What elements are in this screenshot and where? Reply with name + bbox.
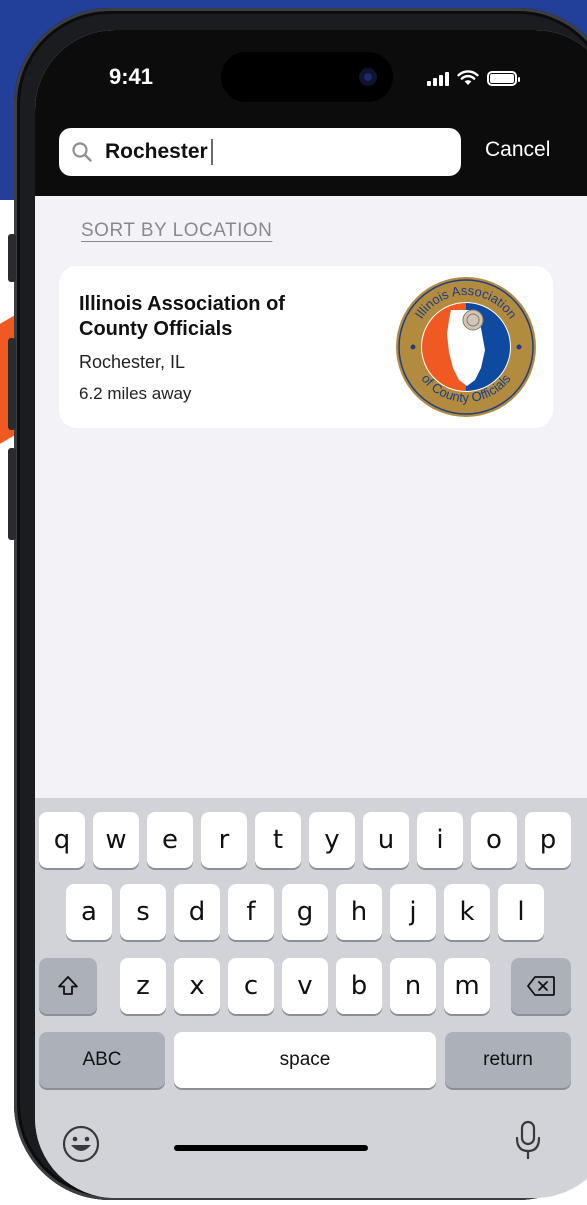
key-a[interactable]: a: [66, 884, 112, 940]
status-icons: [427, 68, 520, 88]
key-s[interactable]: s: [120, 884, 166, 940]
search-input[interactable]: Rochester: [105, 140, 208, 164]
front-camera-icon: [359, 68, 377, 86]
phone-frame: 9:41 Rochester Cancel SORT BY LOCATION I…: [8, 8, 587, 1200]
key-n[interactable]: n: [390, 958, 436, 1014]
key-o[interactable]: o: [471, 812, 517, 868]
key-y[interactable]: y: [309, 812, 355, 868]
result-card[interactable]: Illinois Association of County Officials…: [59, 266, 553, 428]
key-i[interactable]: i: [417, 812, 463, 868]
dynamic-island: [221, 52, 393, 102]
key-x[interactable]: x: [174, 958, 220, 1014]
key-c[interactable]: c: [228, 958, 274, 1014]
shift-key[interactable]: [39, 958, 97, 1014]
result-name: Illinois Association of County Officials: [79, 293, 285, 340]
result-location: Rochester, IL: [79, 352, 186, 372]
shift-icon: [58, 976, 78, 995]
key-z[interactable]: z: [120, 958, 166, 1014]
key-q[interactable]: q: [39, 812, 85, 868]
cellular-signal-icon: [427, 70, 449, 86]
key-r[interactable]: r: [201, 812, 247, 868]
key-b[interactable]: b: [336, 958, 382, 1014]
battery-icon: [487, 70, 520, 86]
key-v[interactable]: v: [282, 958, 328, 1014]
keyboard: q w e r t y u i o p a s d f g h j k l z …: [35, 798, 587, 1198]
text-cursor: [210, 139, 213, 165]
key-j[interactable]: j: [390, 884, 436, 940]
home-indicator[interactable]: [174, 1145, 368, 1151]
association-logo: Illinois Association of County Officials: [396, 277, 536, 417]
volume-up-button: [8, 338, 16, 430]
key-h[interactable]: h: [336, 884, 382, 940]
cancel-button[interactable]: Cancel: [485, 138, 550, 162]
delete-key[interactable]: [511, 958, 571, 1014]
key-p[interactable]: p: [525, 812, 571, 868]
result-distance: 6.2 miles away: [79, 384, 192, 403]
search-icon: [72, 142, 92, 162]
key-w[interactable]: w: [93, 812, 139, 868]
screen: 9:41 Rochester Cancel SORT BY LOCATION I…: [35, 30, 587, 1198]
action-button: [8, 234, 16, 282]
sort-by-location-link[interactable]: SORT BY LOCATION: [81, 220, 272, 242]
key-e[interactable]: e: [147, 812, 193, 868]
wifi-icon: [457, 70, 479, 85]
abc-key[interactable]: ABC: [39, 1032, 165, 1088]
key-t[interactable]: t: [255, 812, 301, 868]
microphone-icon[interactable]: [513, 1120, 543, 1162]
key-g[interactable]: g: [282, 884, 328, 940]
key-d[interactable]: d: [174, 884, 220, 940]
header-bar: 9:41 Rochester Cancel: [35, 30, 587, 196]
key-u[interactable]: u: [363, 812, 409, 868]
volume-down-button: [8, 448, 16, 540]
search-field[interactable]: Rochester: [59, 128, 461, 176]
key-k[interactable]: k: [444, 884, 490, 940]
space-key[interactable]: space: [174, 1032, 436, 1088]
key-l[interactable]: l: [498, 884, 544, 940]
backspace-icon: [527, 976, 555, 996]
return-key[interactable]: return: [445, 1032, 571, 1088]
status-time: 9:41: [109, 64, 154, 89]
key-f[interactable]: f: [228, 884, 274, 940]
emoji-icon[interactable]: [61, 1124, 101, 1164]
key-m[interactable]: m: [444, 958, 490, 1014]
